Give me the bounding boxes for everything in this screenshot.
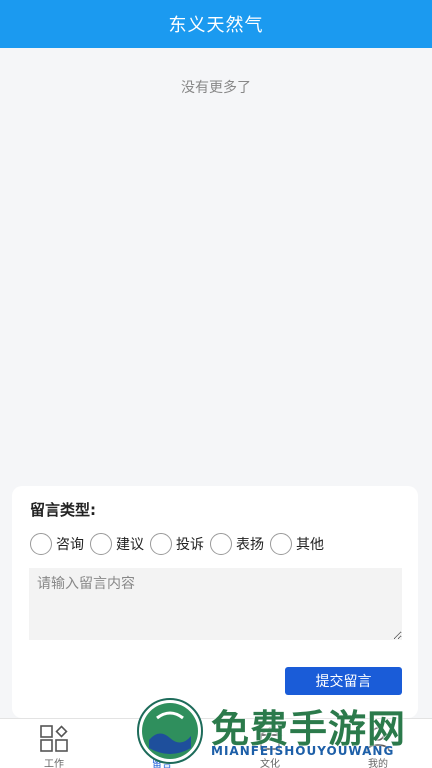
user-icon xyxy=(363,725,393,753)
radio-circle-icon[interactable] xyxy=(30,533,52,555)
message-type-label: 留言类型: xyxy=(30,501,96,519)
message-icon xyxy=(147,725,177,753)
radio-circle-icon[interactable] xyxy=(270,533,292,555)
tab-message[interactable]: 留言 xyxy=(108,719,216,768)
option-label: 其他 xyxy=(296,537,324,553)
bottom-tab-bar: 工作 留言 文化 我的 xyxy=(0,718,432,768)
submit-message-button[interactable]: 提交留言 xyxy=(285,667,402,695)
tab-work[interactable]: 工作 xyxy=(0,719,108,768)
option-complaint[interactable]: 投诉 xyxy=(150,533,204,555)
message-type-options: 咨询 建议 投诉 表扬 其他 xyxy=(30,533,330,555)
tab-label: 工作 xyxy=(44,759,64,768)
message-form-card: 留言类型: 咨询 建议 投诉 表扬 其他 提交留言 xyxy=(12,486,418,718)
option-consult[interactable]: 咨询 xyxy=(30,533,84,555)
option-label: 建议 xyxy=(116,537,144,553)
radio-circle-icon[interactable] xyxy=(150,533,172,555)
option-suggest[interactable]: 建议 xyxy=(90,533,144,555)
tab-label: 文化 xyxy=(260,759,280,768)
option-label: 投诉 xyxy=(176,537,204,553)
option-label: 表扬 xyxy=(236,537,264,553)
option-other[interactable]: 其他 xyxy=(270,533,324,555)
grid-icon xyxy=(39,725,69,753)
tab-label: 留言 xyxy=(152,759,172,768)
option-label: 咨询 xyxy=(56,537,84,553)
message-content-wrap xyxy=(29,568,402,640)
radio-circle-icon[interactable] xyxy=(90,533,112,555)
tab-label: 我的 xyxy=(368,759,388,768)
no-more-text: 没有更多了 xyxy=(181,80,251,96)
option-praise[interactable]: 表扬 xyxy=(210,533,264,555)
app-header: 东义天然气 xyxy=(0,0,432,48)
culture-icon xyxy=(255,725,285,753)
message-content-input[interactable] xyxy=(29,568,402,640)
tab-mine[interactable]: 我的 xyxy=(324,719,432,768)
page-title: 东义天然气 xyxy=(168,15,264,36)
radio-circle-icon[interactable] xyxy=(210,533,232,555)
tab-culture[interactable]: 文化 xyxy=(216,719,324,768)
